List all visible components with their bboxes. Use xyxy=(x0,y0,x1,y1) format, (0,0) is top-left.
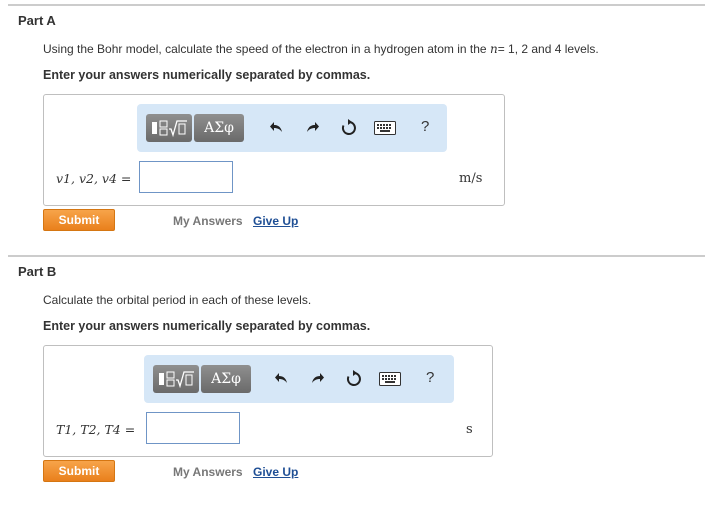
templates-button[interactable] xyxy=(146,114,192,142)
part-b-variable-label: T1, T2, T4 = xyxy=(56,422,136,437)
math-toolbar-b: ΑΣφ ? xyxy=(144,355,454,403)
part-b-divider xyxy=(8,255,705,257)
redo-icon[interactable] xyxy=(302,118,322,138)
part-a-instruction: Enter your answers numerically separated… xyxy=(43,68,371,82)
part-b-unit: s xyxy=(466,422,473,437)
part-a-variable-label: v1, v2, v4 = xyxy=(56,171,132,186)
keyboard-icon[interactable] xyxy=(373,118,397,138)
part-b-instruction: Enter your answers numerically separated… xyxy=(43,319,371,333)
part-a-answer-input[interactable] xyxy=(139,161,233,193)
part-a-answer-box: ΑΣφ ? v1, v2, v4 = m/s xyxy=(43,94,505,206)
templates-button-b[interactable] xyxy=(153,365,199,393)
part-a-unit: m/s xyxy=(459,171,483,186)
undo-icon[interactable] xyxy=(267,118,287,138)
symbols-button[interactable]: ΑΣφ xyxy=(194,114,244,142)
help-button[interactable]: ? xyxy=(421,118,429,135)
part-b-my-answers-link[interactable]: My Answers xyxy=(173,465,243,479)
redo-icon[interactable] xyxy=(307,369,327,389)
math-toolbar: ΑΣφ ? xyxy=(137,104,447,152)
reset-icon[interactable] xyxy=(344,369,364,389)
keyboard-icon[interactable] xyxy=(378,369,402,389)
part-b-give-up-link[interactable]: Give Up xyxy=(253,465,298,479)
radical-template-icon xyxy=(159,371,194,388)
part-a-submit-button[interactable]: Submit xyxy=(43,209,115,231)
part-b-submit-button[interactable]: Submit xyxy=(43,460,115,482)
part-b-title: Part B xyxy=(18,264,57,279)
reset-icon[interactable] xyxy=(339,118,359,138)
part-b-prompt: Calculate the orbital period in each of … xyxy=(43,293,312,307)
part-a-my-answers-link[interactable]: My Answers xyxy=(173,214,243,228)
part-a-give-up-link[interactable]: Give Up xyxy=(253,214,298,228)
undo-icon[interactable] xyxy=(272,369,292,389)
part-a-title: Part A xyxy=(18,13,56,28)
part-a-prompt: Using the Bohr model, calculate the spee… xyxy=(43,42,599,56)
radical-template-icon xyxy=(152,120,187,137)
help-button-b[interactable]: ? xyxy=(426,369,434,386)
symbols-button-b[interactable]: ΑΣφ xyxy=(201,365,251,393)
part-b-answer-box: ΑΣφ ? T1, T2, T4 = s xyxy=(43,345,493,457)
part-a-divider xyxy=(8,4,705,6)
part-b-answer-input[interactable] xyxy=(146,412,240,444)
